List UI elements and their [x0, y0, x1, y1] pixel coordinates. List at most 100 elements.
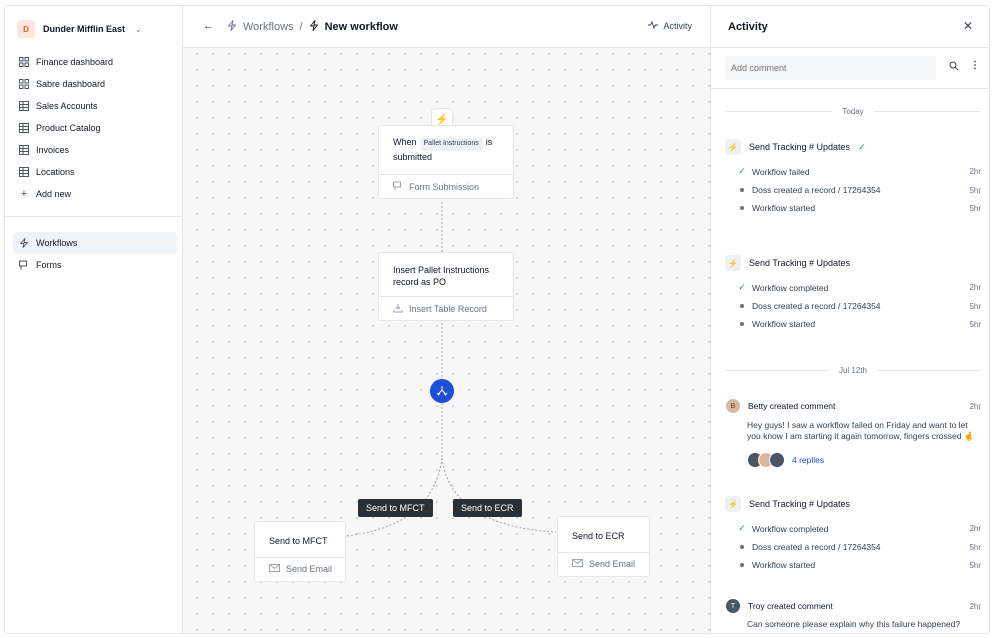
comment-text: Can someone please explain why this fail… [747, 619, 961, 629]
sidebar-item-sabre-dashboard[interactable]: Sabre dashboard [13, 73, 177, 95]
sidebar-item-label: Product Catalog [36, 123, 101, 133]
send-ecr-node[interactable]: Send to ECR Send Email [557, 516, 650, 577]
activity-event: Doss created a record / 17264354 5hr [736, 542, 981, 552]
branch-tag-ecr[interactable]: Send to ECR [453, 499, 522, 517]
sidebar-item-sales-accounts[interactable]: Sales Accounts [13, 95, 177, 117]
activity-group-header[interactable]: ⚡ Send Tracking # Updates ✓ [725, 139, 866, 155]
avatar [769, 452, 785, 468]
bullet-dot [740, 304, 744, 308]
add-comment-input[interactable] [725, 56, 936, 80]
table-icon [19, 145, 29, 155]
trigger-node-body: When Pallet Instructions is submitted [379, 126, 513, 174]
activity-group-header[interactable]: ⚡ Send Tracking # Updates [725, 255, 850, 271]
more-vertical-icon[interactable]: ⋮ [970, 60, 980, 71]
sidebar-item-workflows[interactable]: Workflows [13, 232, 177, 254]
replies-link[interactable]: 4 replies [792, 455, 824, 465]
avatar[interactable]: B [725, 398, 741, 414]
comment-author: Troy created comment [748, 601, 833, 611]
mail-icon [572, 559, 583, 569]
comment-replies[interactable]: 4 replies [747, 452, 824, 468]
branch-icon[interactable] [430, 379, 454, 403]
bolt-icon: ⚡ [725, 255, 741, 271]
bullet-dot [740, 322, 744, 326]
event-text: Doss created a record / 17264354 [752, 185, 881, 195]
insert-text-line1: Insert Pallet Instructions [393, 265, 490, 275]
sidebar-item-add-new[interactable]: + Add new [13, 183, 177, 205]
insert-text-line2: record as PO [393, 276, 447, 287]
branch-tag-mfct[interactable]: Send to MFCT [358, 499, 433, 517]
table-icon [19, 101, 29, 111]
form-icon [19, 260, 29, 270]
bullet-dot [740, 188, 744, 192]
workflow-canvas[interactable]: ← Workflows / New workflow Activity ⚡ Wh… [183, 6, 710, 633]
activity-event: ✓ Workflow failed 2hr [736, 166, 981, 177]
activity-group-header[interactable]: ⚡ Send Tracking # Updates [725, 496, 850, 512]
sidebar-item-label: Add new [36, 189, 72, 199]
check-circle-icon: ✓ [738, 166, 746, 176]
insert-node-type: Insert Table Record [409, 303, 487, 314]
workspace-switcher[interactable]: D Dunder Mifflin East ⌄ [17, 20, 142, 38]
panel-divider [711, 88, 989, 89]
day-label: Jul 12th [838, 365, 868, 375]
sidebar-item-forms[interactable]: Forms [13, 254, 177, 276]
sidebar-item-label: Workflows [36, 238, 78, 248]
chevron-down-icon: ⌄ [135, 24, 142, 34]
workspace-avatar: D [17, 20, 35, 38]
check-circle-icon: ✓ [858, 141, 866, 152]
bullet-dot [740, 563, 744, 567]
sidebar-item-product-catalog[interactable]: Product Catalog [13, 117, 177, 139]
activity-group-title: Send Tracking # Updates [749, 499, 851, 509]
avatar[interactable]: T [725, 598, 741, 614]
activity-panel-header: Activity ✕ [711, 6, 989, 48]
insert-node-footer: Insert Table Record [379, 296, 513, 320]
check-circle-icon: ✓ [738, 523, 746, 533]
bolt-icon: ⚡ [725, 496, 741, 512]
event-text: Workflow started [752, 560, 816, 570]
activity-event: Workflow started 5hr [736, 203, 981, 213]
send-mfct-node[interactable]: Send to MFCT Send Email [254, 521, 346, 582]
comment-text: Hey guys! I saw a workflow failed on Fri… [747, 420, 975, 442]
sidebar-item-locations[interactable]: Locations [13, 161, 177, 183]
activity-panel-title: Activity [728, 21, 768, 33]
event-text: Workflow completed [752, 282, 829, 293]
trigger-node[interactable]: When Pallet Instructions is submitted Form… [378, 125, 514, 199]
check-circle-icon: ✓ [738, 282, 746, 292]
sidebar-item-invoices[interactable]: Invoices [13, 139, 177, 161]
activity-event: ✓ Workflow completed 2hr [736, 523, 981, 534]
workspace-name: Dunder Mifflin East [43, 24, 126, 34]
event-time: 5hr [969, 203, 981, 213]
search-icon[interactable] [949, 61, 959, 74]
close-icon[interactable]: ✕ [963, 19, 973, 33]
event-time: 5hr [969, 185, 981, 195]
event-text: Workflow failed [752, 166, 810, 177]
sidebar-item-label: Locations [36, 167, 75, 177]
ecr-node-title: Send to ECR [572, 531, 625, 541]
sidebar-nav: Finance dashboard Sabre dashboard Sales … [13, 51, 177, 205]
event-time: 5hr [969, 319, 981, 329]
event-time: 5hr [969, 301, 981, 311]
trigger-text-is: is [485, 137, 493, 147]
bolt-icon: ⚡ [725, 139, 741, 155]
event-text: Workflow started [752, 203, 816, 213]
bullet-dot [740, 545, 744, 549]
comment-header: T Troy created comment 2hr [725, 598, 981, 614]
sidebar-item-finance-dashboard[interactable]: Finance dashboard [13, 51, 177, 73]
ecr-node-footer: Send Email [558, 551, 649, 576]
sidebar-item-label: Sabre dashboard [36, 79, 106, 89]
event-text: Doss created a record / 17264354 [752, 542, 881, 552]
mfct-node-title: Send to MFCT [269, 536, 328, 546]
trigger-text-when: When [393, 137, 417, 147]
trigger-node-type: Form Submission [409, 181, 480, 192]
activity-group-title: Send Tracking # Updates [749, 142, 851, 152]
sidebar-secondary-nav: Workflows Forms [13, 232, 177, 276]
sidebar-item-label: Invoices [36, 145, 70, 155]
activity-event: Workflow started 5hr [736, 560, 981, 570]
mfct-node-footer: Send Email [255, 556, 345, 581]
day-separator-jul-12: Jul 12th [725, 364, 981, 376]
comment-header: B Betty created comment 2hr [725, 398, 981, 414]
activity-event: ✓ Workflow completed 2hr [736, 282, 981, 293]
activity-group-title: Send Tracking # Updates [749, 258, 851, 268]
activity-event: Doss created a record / 17264354 5hr [736, 185, 981, 195]
dashboard-icon [19, 79, 29, 89]
insert-record-node[interactable]: Insert Pallet Instructions record as PO … [378, 252, 514, 322]
